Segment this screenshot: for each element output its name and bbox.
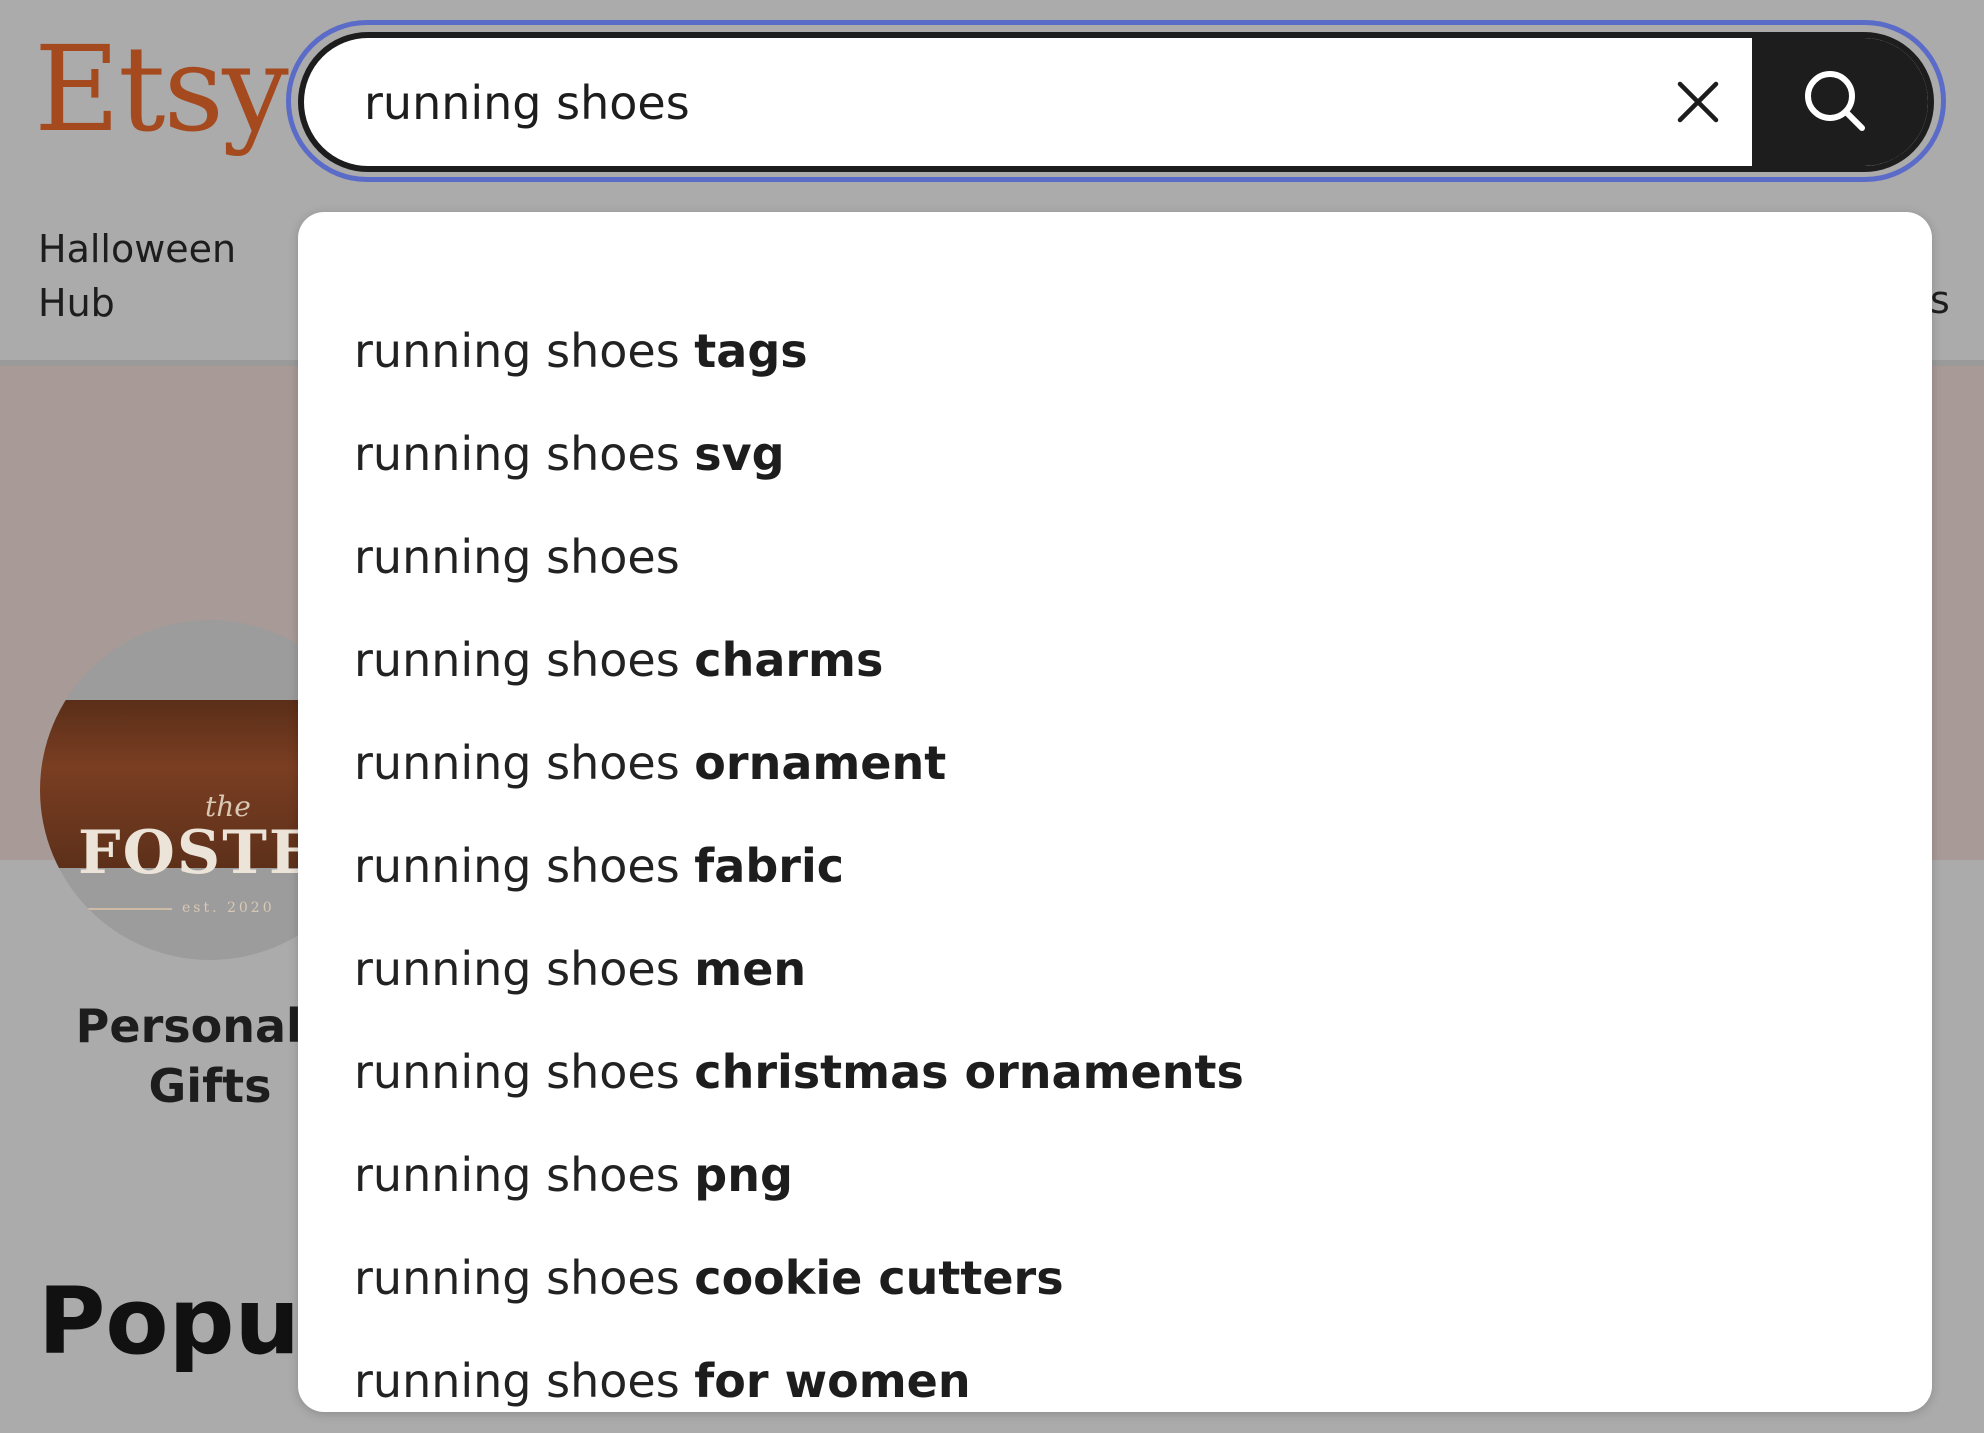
suggestion-base-text: running shoes	[354, 1354, 680, 1408]
suggestion-base-text: running shoes	[354, 530, 680, 584]
suggestion-completion: for women	[694, 1354, 971, 1408]
suggestion-item[interactable]: running shoes svg	[298, 403, 1932, 506]
suggestion-base-text: running shoes	[354, 1045, 680, 1099]
suggestion-item[interactable]: running shoes christmas ornaments	[298, 1021, 1932, 1124]
suggestion-completion: men	[694, 942, 807, 996]
suggestion-base-text: running shoes	[354, 942, 680, 996]
search-suggestions-dropdown: running shoes tags running shoes svg run…	[298, 212, 1932, 1412]
suggestion-completion: charms	[694, 633, 884, 687]
nav-item-halloween-hub[interactable]: Halloween Hub	[38, 222, 268, 330]
suggestion-base-text: running shoes	[354, 427, 680, 481]
search-bar	[298, 32, 1934, 172]
suggestion-completion: tags	[694, 324, 808, 378]
suggestion-item[interactable]: running shoes men	[298, 918, 1932, 1021]
sign-text-est: est. 2020	[182, 900, 275, 916]
suggestion-item[interactable]: running shoes fabric	[298, 815, 1932, 918]
suggestion-completion: cookie cutters	[694, 1251, 1064, 1305]
suggestion-completion: christmas ornaments	[694, 1045, 1244, 1099]
suggestion-completion: svg	[694, 427, 785, 481]
suggestion-base-text: running shoes	[354, 633, 680, 687]
suggestion-completion: ornament	[694, 736, 947, 790]
suggestion-base-text: running shoes	[354, 839, 680, 893]
suggestion-base-text: running shoes	[354, 324, 680, 378]
suggestion-item[interactable]: running shoes charms	[298, 609, 1932, 712]
suggestion-item[interactable]: running shoes	[298, 506, 1932, 609]
search-submit-button[interactable]	[1752, 38, 1928, 166]
sign-text-big: FOSTE	[78, 818, 317, 888]
close-icon	[1677, 81, 1719, 123]
search-input[interactable]	[362, 38, 1666, 166]
sign-rule-left	[72, 908, 172, 910]
suggestion-base-text: running shoes	[354, 1251, 680, 1305]
suggestion-item[interactable]: running shoes tags	[298, 300, 1932, 403]
suggestion-item[interactable]: running shoes png	[298, 1124, 1932, 1227]
search-icon	[1805, 71, 1865, 131]
etsy-logo[interactable]: Etsy	[34, 30, 289, 148]
suggestion-completion: fabric	[694, 839, 844, 893]
suggestion-base-text: running shoes	[354, 1148, 680, 1202]
suggestion-item[interactable]: running shoes for women	[298, 1330, 1932, 1433]
suggestion-base-text: running shoes	[354, 736, 680, 790]
nav-item-fragment[interactable]: s	[1930, 278, 1950, 322]
clear-search-button[interactable]	[1658, 62, 1738, 142]
suggestion-item[interactable]: running shoes cookie cutters	[298, 1227, 1932, 1330]
suggestion-item[interactable]: running shoes ornament	[298, 712, 1932, 815]
suggestion-completion: png	[694, 1148, 793, 1202]
